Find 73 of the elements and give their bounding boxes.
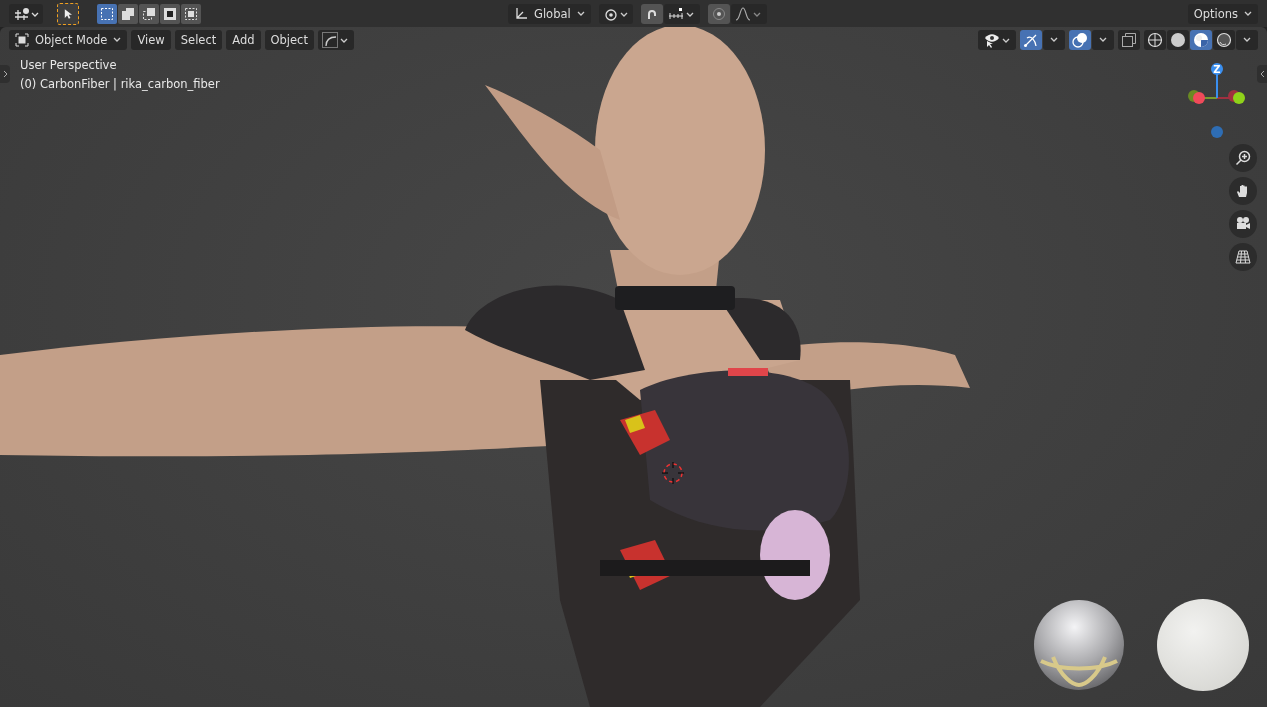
- chevron-down-icon: [1099, 36, 1107, 43]
- axis-label: Z: [1213, 64, 1221, 75]
- zoom-icon: [1235, 150, 1251, 166]
- object-mode-icon: [15, 32, 29, 47]
- falloff-button[interactable]: [730, 3, 767, 24]
- axes-icon: [514, 6, 528, 21]
- selection-mode-button[interactable]: [118, 3, 138, 24]
- 3d-cursor-icon: [661, 461, 685, 485]
- visibility-dropdown[interactable]: [978, 29, 1016, 50]
- selection-mode-icon: [184, 6, 198, 21]
- snap-target-button[interactable]: [663, 3, 700, 24]
- selection-mode-icon: [163, 6, 177, 21]
- chevron-down-icon: [1244, 10, 1252, 17]
- xray-icon: [1121, 31, 1137, 48]
- editor-type-icon: [13, 6, 39, 21]
- options-dropdown[interactable]: Options: [1187, 3, 1258, 24]
- chevron-left-icon: [1259, 70, 1265, 78]
- grid-icon: [1235, 249, 1251, 265]
- falloff-curve-icon: [734, 6, 763, 21]
- shading-sphere-icon: [1170, 31, 1186, 48]
- shading-sphere-icon: [1193, 31, 1209, 48]
- pivot-icon: [602, 6, 629, 21]
- perspective-toggle-button[interactable]: [1229, 243, 1257, 271]
- chevron-right-icon: [2, 70, 8, 78]
- overlays-toggle[interactable]: [1069, 29, 1091, 50]
- menu-item[interactable]: View: [131, 29, 171, 50]
- proportional-editing-icon: [711, 6, 726, 21]
- select-tool-button[interactable]: [57, 2, 79, 25]
- zoom-button[interactable]: [1229, 144, 1257, 172]
- menu-item[interactable]: Add: [226, 29, 261, 50]
- camera-icon: [1235, 216, 1251, 232]
- shading-mode-button[interactable]: [1190, 29, 1212, 50]
- camera-view-button[interactable]: [1229, 210, 1257, 238]
- transform-orientation-dropdown[interactable]: Global: [508, 3, 591, 24]
- selection-mode-icon: [142, 6, 156, 21]
- sidebar-expand-tab[interactable]: [1257, 65, 1267, 83]
- x-axis-handle[interactable]: [1216, 90, 1245, 104]
- menu-item[interactable]: Object: [264, 29, 314, 50]
- shading-mode-button[interactable]: [1213, 29, 1235, 50]
- chevron-down-icon: [113, 36, 122, 43]
- curve-icon: [321, 31, 350, 48]
- mode-dropdown[interactable]: Object Mode: [9, 29, 128, 50]
- shading-mode-button[interactable]: [1167, 29, 1189, 50]
- selection-mode-icon: [100, 6, 114, 21]
- shading-sphere-icon: [1147, 31, 1163, 48]
- xray-toggle[interactable]: [1118, 29, 1140, 50]
- gizmo-toggle[interactable]: [1020, 29, 1042, 50]
- cursor-icon: [64, 7, 72, 20]
- toolbar-expand-tab[interactable]: [0, 65, 10, 83]
- viewport-info-text: User Perspective: [20, 58, 117, 72]
- shading-sphere-icon: [1216, 31, 1232, 48]
- shading-mode-button[interactable]: [1144, 29, 1166, 50]
- selection-mode-button[interactable]: [139, 3, 159, 24]
- proportional-editing-button[interactable]: [707, 3, 730, 24]
- selection-mode-button[interactable]: [181, 3, 201, 24]
- menu-item[interactable]: Select: [174, 29, 223, 50]
- selection-mode-button[interactable]: [97, 3, 117, 24]
- increment-snap-icon: [667, 6, 696, 21]
- negative-z-axis-handle[interactable]: [1211, 126, 1223, 138]
- viewport-info-text: (0) CarbonFiber | rika_carbon_fiber: [20, 77, 220, 91]
- overlays-icon: [1072, 31, 1088, 48]
- pivot-point-button[interactable]: [598, 3, 633, 24]
- snap-button[interactable]: [640, 3, 663, 24]
- z-axis-handle[interactable]: [1211, 63, 1223, 99]
- y-axis-handle[interactable]: [1188, 90, 1218, 104]
- chevron-down-icon: [1050, 36, 1058, 43]
- chevron-down-icon: [1243, 36, 1251, 43]
- selection-mode-button[interactable]: [160, 3, 180, 24]
- curve-dropdown[interactable]: [317, 29, 354, 50]
- editor-type-button[interactable]: [9, 3, 43, 24]
- pan-button[interactable]: [1229, 177, 1257, 205]
- chevron-down-icon: [576, 10, 585, 17]
- selection-mode-icon: [121, 6, 135, 21]
